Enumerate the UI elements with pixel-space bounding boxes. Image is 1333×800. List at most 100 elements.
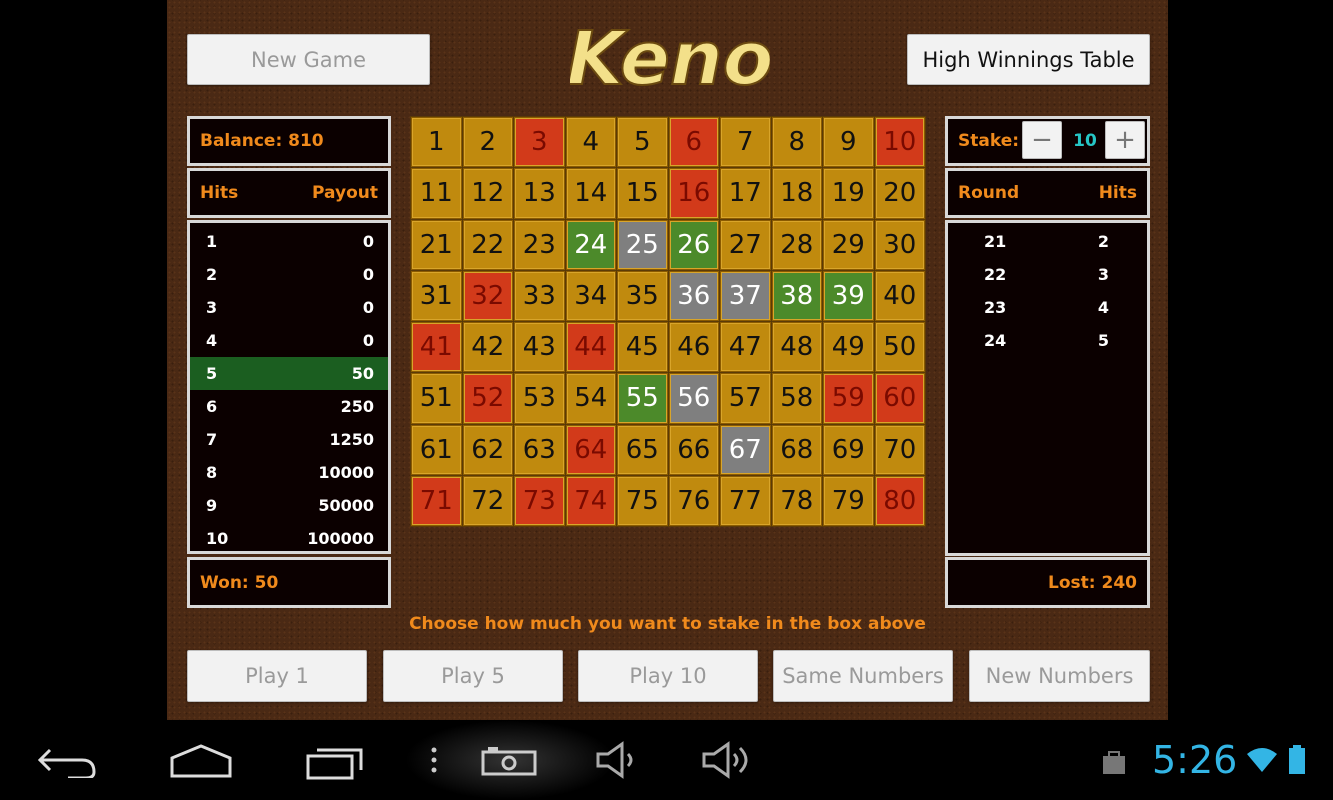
- keno-number-26[interactable]: 26: [668, 219, 719, 270]
- keno-number-19[interactable]: 19: [823, 168, 874, 219]
- keno-number-8[interactable]: 8: [771, 117, 822, 168]
- keno-number-16[interactable]: 16: [668, 168, 719, 219]
- keno-number-10[interactable]: 10: [874, 117, 925, 168]
- keno-number-12[interactable]: 12: [462, 168, 513, 219]
- keno-number-77[interactable]: 77: [720, 475, 771, 526]
- keno-number-45[interactable]: 45: [617, 322, 668, 373]
- status-clock: 5:26: [1152, 738, 1238, 782]
- keno-number-41[interactable]: 41: [411, 322, 462, 373]
- keno-number-5[interactable]: 5: [617, 117, 668, 168]
- keno-number-61[interactable]: 61: [411, 424, 462, 475]
- new-game-button[interactable]: New Game: [187, 34, 430, 85]
- new-numbers-button[interactable]: New Numbers: [969, 650, 1150, 702]
- keno-number-37[interactable]: 37: [720, 270, 771, 321]
- keno-number-60[interactable]: 60: [874, 373, 925, 424]
- keno-number-14[interactable]: 14: [565, 168, 616, 219]
- keno-number-2[interactable]: 2: [462, 117, 513, 168]
- keno-number-53[interactable]: 53: [514, 373, 565, 424]
- same-numbers-button[interactable]: Same Numbers: [773, 650, 953, 702]
- keno-number-38[interactable]: 38: [771, 270, 822, 321]
- screenshot-camera-icon[interactable]: [480, 744, 540, 778]
- stake-value[interactable]: 10: [1064, 131, 1106, 151]
- keno-number-31[interactable]: 31: [411, 270, 462, 321]
- back-icon[interactable]: [38, 742, 98, 778]
- keno-number-20[interactable]: 20: [874, 168, 925, 219]
- keno-number-4[interactable]: 4: [565, 117, 616, 168]
- volume-down-icon[interactable]: [594, 740, 644, 780]
- keno-number-54[interactable]: 54: [565, 373, 616, 424]
- keno-number-47[interactable]: 47: [720, 322, 771, 373]
- keno-logo: Keno: [570, 15, 770, 103]
- menu-icon[interactable]: [424, 742, 444, 778]
- keno-number-52[interactable]: 52: [462, 373, 513, 424]
- keno-number-43[interactable]: 43: [514, 322, 565, 373]
- keno-number-1[interactable]: 1: [411, 117, 462, 168]
- recent-apps-icon[interactable]: [305, 742, 367, 780]
- keno-number-70[interactable]: 70: [874, 424, 925, 475]
- round-number: 21: [984, 232, 1007, 251]
- keno-number-79[interactable]: 79: [823, 475, 874, 526]
- keno-number-56[interactable]: 56: [668, 373, 719, 424]
- keno-number-80[interactable]: 80: [874, 475, 925, 526]
- keno-number-48[interactable]: 48: [771, 322, 822, 373]
- keno-number-24[interactable]: 24: [565, 219, 616, 270]
- keno-number-67[interactable]: 67: [720, 424, 771, 475]
- play-10-button[interactable]: Play 10: [578, 650, 758, 702]
- keno-number-21[interactable]: 21: [411, 219, 462, 270]
- keno-number-22[interactable]: 22: [462, 219, 513, 270]
- stake-decrease-button[interactable]: −: [1022, 121, 1062, 159]
- keno-number-23[interactable]: 23: [514, 219, 565, 270]
- keno-number-36[interactable]: 36: [668, 270, 719, 321]
- keno-number-63[interactable]: 63: [514, 424, 565, 475]
- keno-number-18[interactable]: 18: [771, 168, 822, 219]
- keno-number-6[interactable]: 6: [668, 117, 719, 168]
- keno-number-62[interactable]: 62: [462, 424, 513, 475]
- keno-number-73[interactable]: 73: [514, 475, 565, 526]
- keno-number-49[interactable]: 49: [823, 322, 874, 373]
- keno-number-76[interactable]: 76: [668, 475, 719, 526]
- keno-number-46[interactable]: 46: [668, 322, 719, 373]
- keno-number-44[interactable]: 44: [565, 322, 616, 373]
- keno-number-28[interactable]: 28: [771, 219, 822, 270]
- keno-number-58[interactable]: 58: [771, 373, 822, 424]
- keno-number-66[interactable]: 66: [668, 424, 719, 475]
- keno-number-11[interactable]: 11: [411, 168, 462, 219]
- keno-number-32[interactable]: 32: [462, 270, 513, 321]
- keno-number-75[interactable]: 75: [617, 475, 668, 526]
- keno-number-57[interactable]: 57: [720, 373, 771, 424]
- keno-number-69[interactable]: 69: [823, 424, 874, 475]
- keno-number-25[interactable]: 25: [617, 219, 668, 270]
- keno-number-9[interactable]: 9: [823, 117, 874, 168]
- keno-number-29[interactable]: 29: [823, 219, 874, 270]
- high-winnings-table-button[interactable]: High Winnings Table: [907, 34, 1150, 85]
- keno-number-72[interactable]: 72: [462, 475, 513, 526]
- play-1-button[interactable]: Play 1: [187, 650, 367, 702]
- play-5-button[interactable]: Play 5: [383, 650, 563, 702]
- keno-number-59[interactable]: 59: [823, 373, 874, 424]
- keno-number-71[interactable]: 71: [411, 475, 462, 526]
- keno-number-51[interactable]: 51: [411, 373, 462, 424]
- keno-number-74[interactable]: 74: [565, 475, 616, 526]
- keno-number-7[interactable]: 7: [720, 117, 771, 168]
- keno-number-78[interactable]: 78: [771, 475, 822, 526]
- keno-number-42[interactable]: 42: [462, 322, 513, 373]
- keno-number-50[interactable]: 50: [874, 322, 925, 373]
- keno-number-68[interactable]: 68: [771, 424, 822, 475]
- stake-increase-button[interactable]: +: [1105, 121, 1145, 159]
- keno-number-15[interactable]: 15: [617, 168, 668, 219]
- keno-number-13[interactable]: 13: [514, 168, 565, 219]
- keno-number-39[interactable]: 39: [823, 270, 874, 321]
- keno-number-40[interactable]: 40: [874, 270, 925, 321]
- keno-number-65[interactable]: 65: [617, 424, 668, 475]
- keno-number-17[interactable]: 17: [720, 168, 771, 219]
- keno-number-64[interactable]: 64: [565, 424, 616, 475]
- keno-number-3[interactable]: 3: [514, 117, 565, 168]
- keno-number-27[interactable]: 27: [720, 219, 771, 270]
- volume-up-icon[interactable]: [700, 740, 756, 780]
- keno-number-34[interactable]: 34: [565, 270, 616, 321]
- keno-number-33[interactable]: 33: [514, 270, 565, 321]
- home-icon[interactable]: [168, 742, 234, 778]
- keno-number-35[interactable]: 35: [617, 270, 668, 321]
- keno-number-30[interactable]: 30: [874, 219, 925, 270]
- keno-number-55[interactable]: 55: [617, 373, 668, 424]
